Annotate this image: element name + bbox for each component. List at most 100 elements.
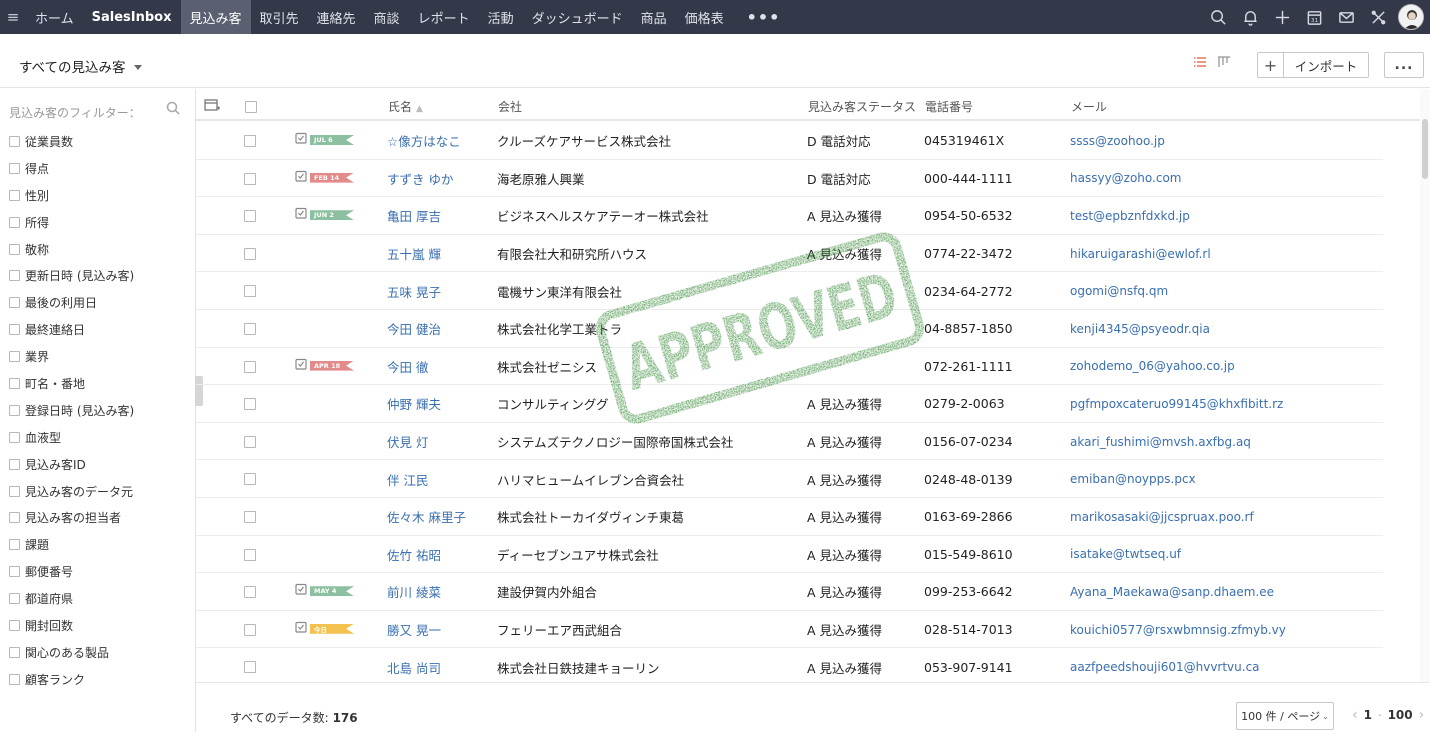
filter-item[interactable]: 顧客ランク [9,666,134,693]
email-link[interactable]: Ayana_Maekawa@sanp.dhaem.ee [1070,573,1274,611]
table-row[interactable]: MAY 4 前川 綾菜 建設伊賀内外組合 A 見込み獲得 099-253-6642 Aya… [196,573,1383,611]
filter-item[interactable]: 最終連絡日 [9,316,134,343]
filter-item[interactable]: 従業員数 [9,128,134,155]
filter-checkbox[interactable] [9,458,20,470]
nav-item-0[interactable]: ホーム [26,0,83,34]
tools-icon[interactable] [1362,0,1394,34]
nav-more-button[interactable]: ••• [733,8,795,27]
filter-item[interactable]: 性別 [9,182,134,209]
filter-item[interactable]: 町名・番地 [9,370,134,397]
row-checkbox[interactable] [244,586,261,599]
email-link[interactable]: test@epbznfdxkd.jp [1070,197,1190,235]
user-avatar[interactable] [1398,4,1424,30]
header-status[interactable]: 見込み客ステータス [808,98,916,115]
row-checkbox[interactable] [244,473,261,486]
row-checkbox[interactable] [244,285,261,298]
filter-item[interactable]: 得点 [9,155,134,182]
row-checkbox[interactable] [244,398,261,411]
mail-icon[interactable] [1330,0,1362,34]
filter-item[interactable]: 都道府県 [9,585,134,612]
filter-item[interactable]: 更新日時 (見込み客) [9,262,134,289]
nav-item-4[interactable]: 連絡先 [308,0,365,34]
table-row[interactable]: APR 18 今田 徹 株式会社ゼニシス 072-261-1111 zohodemo_0… [196,348,1383,386]
filter-item[interactable]: 業界 [9,343,134,370]
lead-name-link[interactable]: すずき ゆか [387,160,453,198]
nav-item-7[interactable]: 活動 [479,0,523,34]
select-all-checkbox[interactable] [245,101,262,113]
lead-name-link[interactable]: ☆像方はなこ [387,122,461,160]
import-button[interactable]: インポート [1284,53,1368,77]
search-icon[interactable] [166,101,180,119]
lead-name-link[interactable]: 前川 綾菜 [387,573,441,611]
email-link[interactable]: akari_fushimi@mvsh.axfbg.aq [1070,423,1251,461]
filter-checkbox[interactable] [9,619,20,631]
bell-icon[interactable] [1234,0,1266,34]
filter-checkbox[interactable] [9,646,20,658]
next-page-icon[interactable]: › [1419,707,1425,723]
view-selector[interactable]: すべての見込み客 [19,56,142,76]
lead-name-link[interactable]: 伴 江民 [387,460,428,498]
row-checkbox[interactable] [244,360,261,373]
email-link[interactable]: ogomi@nsfq.qm [1070,272,1168,310]
filter-checkbox[interactable] [9,324,20,336]
scrollbar-thumb[interactable] [1422,119,1428,179]
row-checkbox[interactable] [244,435,261,448]
create-lead-button[interactable]: + [1258,53,1284,77]
table-row[interactable]: 北島 尚司 株式会社日鉄技建キョーリン A 見込み獲得 053-907-9141 aaz… [196,648,1383,682]
activity-tag[interactable]: MAY 4 [295,583,354,599]
row-checkbox[interactable] [244,135,261,147]
email-link[interactable]: pgfmpoxcateruo99145@khxfibitt.rz [1070,385,1283,423]
row-checkbox[interactable] [244,623,261,636]
filter-checkbox[interactable] [9,135,20,147]
kanban-view-icon[interactable] [1217,55,1231,69]
table-row[interactable]: JUN 2 亀田 厚吉 ビジネスヘルスケアテーオー株式会社 A 見込み獲得 0954-5… [196,197,1383,235]
column-settings-icon[interactable] [204,98,220,116]
filter-checkbox[interactable] [9,431,20,443]
header-name[interactable]: 氏名 ▲ [388,98,423,115]
nav-item-1[interactable]: SalesInbox [83,0,181,34]
email-link[interactable]: hikaruigarashi@ewlof.rl [1070,235,1211,273]
filter-item[interactable]: 敬称 [9,236,134,263]
email-link[interactable]: kenji4345@psyeodr.qia [1070,310,1210,348]
table-row[interactable]: 伴 江民 ハリマヒュームイレブン合資会社 A 見込み獲得 0248-48-0139 em… [196,460,1383,498]
nav-item-2[interactable]: 見込み客 [180,0,251,34]
table-scrollbar[interactable] [1420,89,1430,682]
lead-name-link[interactable]: 北島 尚司 [387,648,441,682]
filter-item[interactable]: 血液型 [9,424,134,451]
table-row[interactable]: 佐々木 麻里子 株式会社トーカイダヴィンチ東葛 A 見込み獲得 0163-69-286… [196,498,1383,536]
table-row[interactable]: 伏見 灯 システムズテクノロジー国際帝国株式会社 A 見込み獲得 0156-07-02… [196,423,1383,461]
filter-item[interactable]: 見込み客の担当者 [9,504,134,531]
lead-name-link[interactable]: 今田 徹 [387,348,428,386]
nav-item-3[interactable]: 取引先 [251,0,308,34]
row-checkbox[interactable] [244,210,261,223]
table-row[interactable]: 五味 晃子 電機サン東洋有限会社 0234-64-2772 ogomi@nsfq.qm [196,272,1383,310]
filter-item[interactable]: 所得 [9,209,134,236]
lead-name-link[interactable]: 佐竹 祐昭 [387,536,441,574]
filter-checkbox[interactable] [9,539,20,551]
email-link[interactable]: ssss@zoohoo.jp [1070,122,1165,160]
filter-item[interactable]: 見込み客ID [9,451,134,478]
more-actions-button[interactable]: ... [1384,52,1424,78]
nav-item-6[interactable]: レポート [409,0,479,34]
filter-checkbox[interactable] [9,270,20,282]
email-link[interactable]: kouichi0577@rsxwbmnsig.zfmyb.vy [1070,611,1286,649]
list-view-icon[interactable] [1193,55,1207,69]
table-row[interactable]: JUL 6 ☆像方はなこ クルーズケアサービス株式会社 D 電話対応 045319461… [196,122,1383,160]
row-checkbox[interactable] [244,172,261,185]
header-company[interactable]: 会社 [498,98,522,115]
header-phone[interactable]: 電話番号 [925,98,973,115]
activity-tag[interactable]: 今日 [295,621,354,637]
email-link[interactable]: zohodemo_06@yahoo.co.jp [1070,348,1235,386]
lead-name-link[interactable]: 勝又 晃一 [387,611,441,649]
row-checkbox[interactable] [244,548,261,561]
activity-tag[interactable]: JUL 6 [295,132,354,148]
filter-checkbox[interactable] [9,297,20,309]
email-link[interactable]: hassyy@zoho.com [1070,160,1182,198]
email-link[interactable]: emiban@noypps.pcx [1070,460,1196,498]
email-link[interactable]: marikosasaki@jjcspruax.poo.rf [1070,498,1254,536]
filter-checkbox[interactable] [9,162,20,174]
lead-name-link[interactable]: 亀田 厚吉 [387,197,441,235]
nav-item-10[interactable]: 価格表 [676,0,733,34]
email-link[interactable]: aazfpeedshouji601@hvvrtvu.ca [1070,648,1260,682]
filter-item[interactable]: 開封回数 [9,612,134,639]
